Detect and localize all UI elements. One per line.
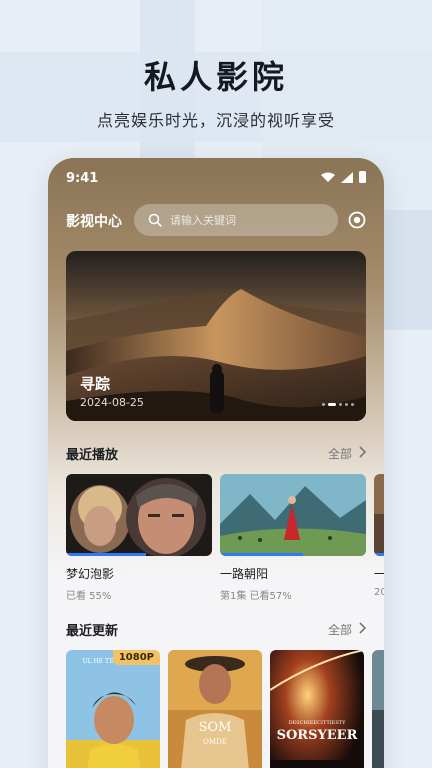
section-title: 最近播放 [66, 448, 119, 463]
poster-title: SORSYEER [276, 728, 358, 743]
chevron-right-icon[interactable] [358, 622, 366, 634]
poster-card[interactable]: DESCHIEECITTIESTY SORSYEER [270, 650, 364, 768]
recent-update-header: 最近更新 全部 [66, 620, 366, 640]
recent-item[interactable]: 一路朝阳 第1集 已看57% [220, 474, 366, 602]
watch-status: 第1集 已看57% [220, 591, 292, 602]
watch-status: 已看 55% [66, 591, 112, 602]
recent-item[interactable]: 一 20 [374, 474, 384, 598]
banner-date: 2024-08-25 [80, 396, 144, 409]
carousel-dot[interactable] [345, 403, 348, 406]
promo-subtitle: 点亮娱乐时光，沉浸的视听享受 [96, 111, 335, 130]
recent-update-list: UL HE TE HE STPE 1080P SOM OMDE [66, 650, 384, 768]
poster-card[interactable] [372, 650, 384, 768]
signal-icon [341, 171, 353, 183]
thumbnail-image [220, 474, 366, 556]
thumbnail [66, 474, 212, 556]
poster-card[interactable]: UL HE TE HE STPE 1080P [66, 650, 160, 768]
watch-status: 20 [374, 587, 384, 598]
recent-item[interactable]: 梦幻泡影 已看 55% [66, 474, 212, 602]
top-bar: 影视中心 [48, 202, 384, 238]
thumbnail-image [374, 474, 384, 556]
poster-subtitle: DESCHIEECITTIESTY [288, 720, 346, 726]
thumbnail [374, 474, 384, 556]
poster-card[interactable]: SOM OMDE [168, 650, 262, 768]
progress-bar [374, 553, 384, 556]
wifi-icon [321, 172, 335, 182]
recent-play-list: 梦幻泡影 已看 55% 一路朝阳 第1集 已看57% 一 20 [66, 474, 384, 604]
poster-title: SOM [198, 720, 232, 735]
thumbnail [220, 474, 366, 556]
carousel-dot[interactable] [351, 403, 354, 406]
quality-badge: 1080P [112, 650, 160, 665]
app-title: 影视中心 [66, 214, 122, 230]
status-time: 9:41 [66, 171, 99, 186]
video-title: 一 [374, 567, 384, 581]
phone-screen: 9:41 影视中心 请输入关键词 寻踪 2024-08-25 最近播放 全部 梦… [48, 158, 384, 768]
poster-image [270, 650, 364, 768]
promo-title: 私人影院 [143, 58, 288, 96]
status-bar: 9:41 [48, 158, 384, 198]
carousel-dot[interactable] [339, 403, 342, 406]
status-icons [321, 171, 366, 183]
progress-bar [220, 553, 304, 556]
search-bar[interactable] [134, 204, 338, 236]
poster-subtitle: OMDE [203, 738, 227, 746]
carousel-dot-active[interactable] [328, 403, 336, 406]
recent-play-header: 最近播放 全部 [66, 444, 366, 464]
section-title: 最近更新 [66, 624, 119, 639]
see-all-link[interactable]: 全部 [328, 621, 352, 638]
featured-banner[interactable]: 寻踪 2024-08-25 [66, 251, 366, 421]
video-title: 梦幻泡影 [66, 567, 115, 581]
carousel-dot[interactable] [322, 403, 325, 406]
poster-image [66, 650, 160, 768]
battery-icon [359, 171, 366, 183]
search-input[interactable] [170, 213, 320, 227]
poster-image [168, 650, 262, 768]
see-all-link[interactable]: 全部 [328, 445, 352, 462]
record-icon[interactable] [348, 211, 366, 229]
video-title: 一路朝阳 [220, 567, 269, 581]
poster-image [372, 650, 384, 768]
search-icon [148, 213, 162, 227]
thumbnail-image [66, 474, 212, 556]
chevron-right-icon[interactable] [358, 446, 366, 458]
progress-bar [66, 553, 147, 556]
carousel-indicator[interactable] [322, 403, 354, 406]
banner-title: 寻踪 [80, 375, 111, 393]
